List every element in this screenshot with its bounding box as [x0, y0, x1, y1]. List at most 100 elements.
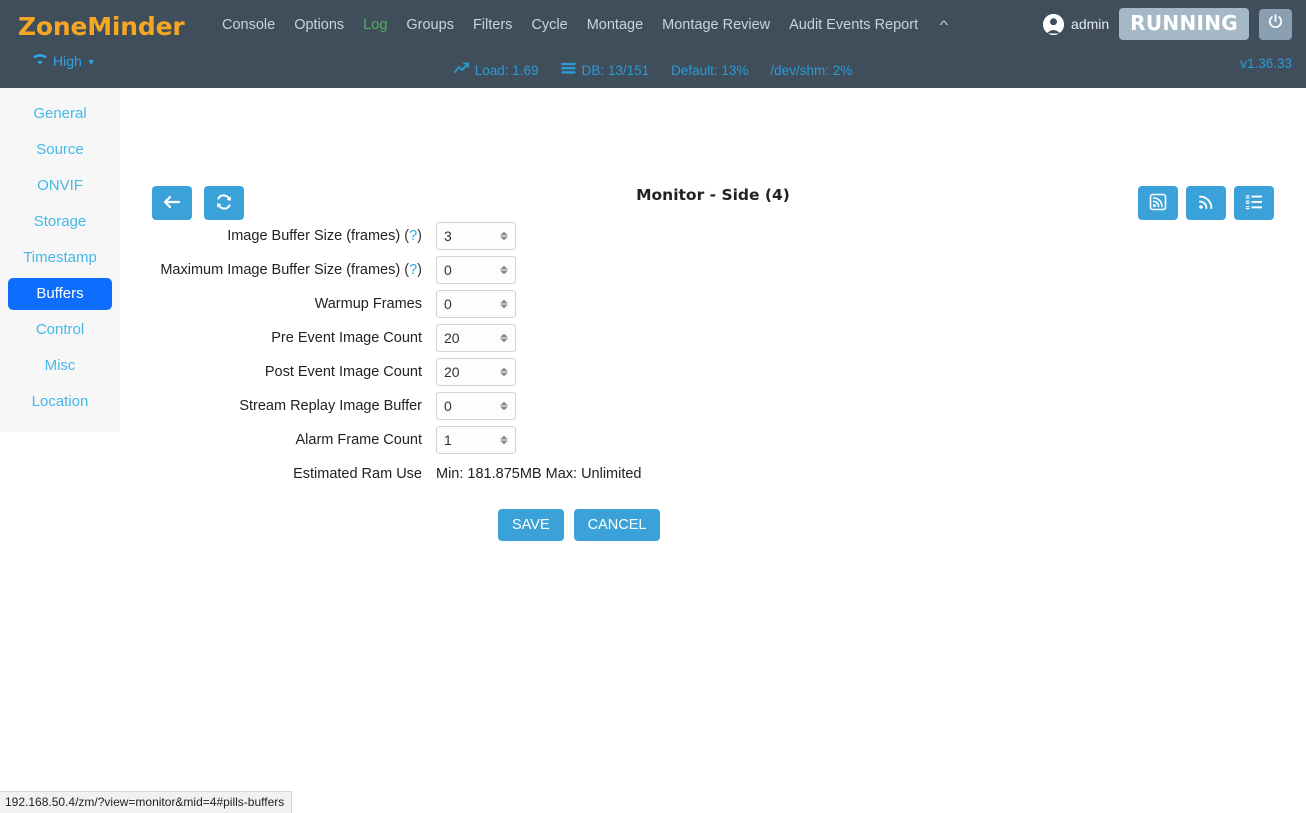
- label-post-event-image-count: Post Event Image Count: [264, 364, 422, 380]
- status-shm-label: /dev/shm: 2%: [770, 62, 853, 78]
- label-warmup-frames: Warmup Frames: [314, 296, 422, 312]
- rss-icon: [1197, 193, 1215, 214]
- label-text: Image Buffer Size (frames): [227, 228, 401, 244]
- nav-item-options[interactable]: Options: [294, 17, 344, 33]
- label-pre-event-image-count: Pre Event Image Count: [271, 330, 422, 346]
- nav-item-console[interactable]: Console: [222, 17, 275, 33]
- navbar-right-group: admin RUNNING: [1043, 8, 1292, 40]
- help-icon[interactable]: (?): [404, 262, 422, 278]
- sidebar-item-buffers[interactable]: Buffers: [8, 278, 112, 310]
- sidebar-item-source[interactable]: Source: [8, 134, 112, 166]
- label-alarm-frame-count: Alarm Frame Count: [295, 432, 422, 448]
- version-label[interactable]: v1.36.33: [1240, 56, 1292, 71]
- sidebar-item-storage[interactable]: Storage: [8, 206, 112, 238]
- stepper-down-icon[interactable]: [500, 440, 508, 445]
- save-button[interactable]: SAVE: [498, 509, 564, 541]
- monitor-settings-sidebar: General Source ONVIF Storage Timestamp B…: [0, 88, 120, 432]
- app-brand-logo[interactable]: ZoneMinder: [18, 12, 185, 41]
- stepper-up-icon[interactable]: [500, 299, 508, 304]
- browser-status-url: 192.168.50.4/zm/?view=monitor&mid=4#pill…: [0, 791, 293, 813]
- stepper-up-icon[interactable]: [500, 265, 508, 270]
- rss-button[interactable]: [1186, 186, 1226, 220]
- status-load-label: Load: 1.69: [474, 62, 539, 78]
- post-event-image-count-stepper[interactable]: [499, 367, 509, 377]
- max-image-buffer-size-stepper[interactable]: [499, 265, 509, 275]
- form-row-estimated-ram-use: Estimated Ram Use Min: 181.875MB Max: Un…: [120, 461, 660, 487]
- nav-item-filters[interactable]: Filters: [473, 17, 512, 33]
- field-pre-event-image-count: [436, 324, 516, 352]
- status-db-label: DB: 13/151: [581, 62, 650, 78]
- stepper-down-icon[interactable]: [500, 236, 508, 241]
- stepper-down-icon[interactable]: [500, 338, 508, 343]
- alarm-frame-count-stepper[interactable]: [499, 435, 509, 445]
- form-row-image-buffer-size: Image Buffer Size (frames) (?): [120, 222, 660, 250]
- nav-item-cycle[interactable]: Cycle: [531, 17, 567, 33]
- stepper-up-icon[interactable]: [500, 231, 508, 236]
- sidebar-item-location[interactable]: Location: [8, 386, 112, 418]
- main-navigation: Console Options Log Groups Filters Cycle…: [222, 17, 948, 33]
- estimated-ram-use-value: Min: 181.875MB Max: Unlimited: [436, 466, 642, 482]
- warmup-frames-stepper[interactable]: [499, 299, 509, 309]
- rss-square-icon: [1149, 193, 1167, 214]
- form-row-post-event-image-count: Post Event Image Count: [120, 358, 660, 386]
- field-post-event-image-count: [436, 358, 516, 386]
- list-button[interactable]: [1234, 186, 1274, 220]
- stepper-down-icon[interactable]: [500, 270, 508, 275]
- power-button[interactable]: [1259, 8, 1292, 40]
- stepper-down-icon[interactable]: [500, 406, 508, 411]
- help-icon[interactable]: (?): [404, 228, 422, 244]
- buffers-settings-form: Image Buffer Size (frames) (?) Maximum I…: [120, 222, 661, 541]
- sidebar-item-misc[interactable]: Misc: [8, 350, 112, 382]
- stream-replay-image-buffer-stepper[interactable]: [499, 401, 509, 411]
- stepper-up-icon[interactable]: [500, 367, 508, 372]
- stepper-down-icon[interactable]: [500, 304, 508, 309]
- list-ol-icon: [1245, 194, 1263, 213]
- status-load[interactable]: Load: 1.69: [453, 62, 539, 78]
- status-db[interactable]: DB: 13/151: [561, 62, 650, 78]
- form-row-alarm-frame-count: Alarm Frame Count: [120, 426, 660, 454]
- page-body: General Source ONVIF Storage Timestamp B…: [0, 88, 1306, 813]
- stepper-up-icon[interactable]: [500, 401, 508, 406]
- stepper-up-icon[interactable]: [500, 333, 508, 338]
- cancel-button[interactable]: CANCEL: [573, 509, 661, 541]
- sidebar-item-control[interactable]: Control: [8, 314, 112, 346]
- form-actions: SAVE CANCEL: [498, 509, 661, 541]
- pre-event-image-count-stepper[interactable]: [499, 333, 509, 343]
- form-row-pre-event-image-count: Pre Event Image Count: [120, 324, 660, 352]
- form-row-warmup-frames: Warmup Frames: [120, 290, 660, 318]
- image-buffer-size-stepper[interactable]: [499, 231, 509, 241]
- rss-square-button[interactable]: [1138, 186, 1178, 220]
- form-row-max-image-buffer-size: Maximum Image Buffer Size (frames) (?): [120, 256, 660, 284]
- form-row-stream-replay-image-buffer: Stream Replay Image Buffer: [120, 392, 660, 420]
- field-max-image-buffer-size: [436, 256, 516, 284]
- nav-item-montage[interactable]: Montage: [587, 17, 643, 33]
- status-default-label: Default: 13%: [671, 62, 749, 78]
- field-warmup-frames: [436, 290, 516, 318]
- top-navbar: ZoneMinder High ▼ Console Options Log Gr…: [0, 0, 1306, 88]
- nav-item-montage-review[interactable]: Montage Review: [662, 17, 770, 33]
- sidebar-item-timestamp[interactable]: Timestamp: [8, 242, 112, 274]
- field-stream-replay-image-buffer: [436, 392, 516, 420]
- label-max-image-buffer-size: Maximum Image Buffer Size (frames) (?): [120, 262, 436, 278]
- page-title: Monitor - Side (4): [636, 186, 790, 204]
- field-image-buffer-size: [436, 222, 516, 250]
- label-image-buffer-size: Image Buffer Size (frames) (?): [120, 228, 436, 244]
- nav-item-audit-events-report[interactable]: Audit Events Report: [789, 17, 918, 33]
- nav-item-groups[interactable]: Groups: [406, 17, 454, 33]
- label-estimated-ram-use: Estimated Ram Use: [293, 466, 422, 482]
- sidebar-item-onvif[interactable]: ONVIF: [8, 170, 112, 202]
- user-menu[interactable]: admin: [1043, 13, 1110, 35]
- status-badge[interactable]: RUNNING: [1119, 8, 1249, 40]
- user-circle-icon: [1043, 13, 1065, 35]
- sidebar-item-general[interactable]: General: [8, 98, 112, 130]
- database-icon: [561, 62, 576, 78]
- status-default-storage[interactable]: Default: 13%: [671, 63, 748, 78]
- stepper-up-icon[interactable]: [500, 435, 508, 440]
- nav-item-log[interactable]: Log: [363, 17, 387, 33]
- status-shm[interactable]: /dev/shm: 2%: [770, 63, 852, 78]
- stepper-down-icon[interactable]: [500, 372, 508, 377]
- monitor-content: Monitor - Side (4) Image Buffer Size (fr…: [120, 88, 1306, 813]
- username-label: admin: [1071, 16, 1110, 32]
- chevron-up-icon[interactable]: ^: [940, 18, 948, 32]
- field-alarm-frame-count: [436, 426, 516, 454]
